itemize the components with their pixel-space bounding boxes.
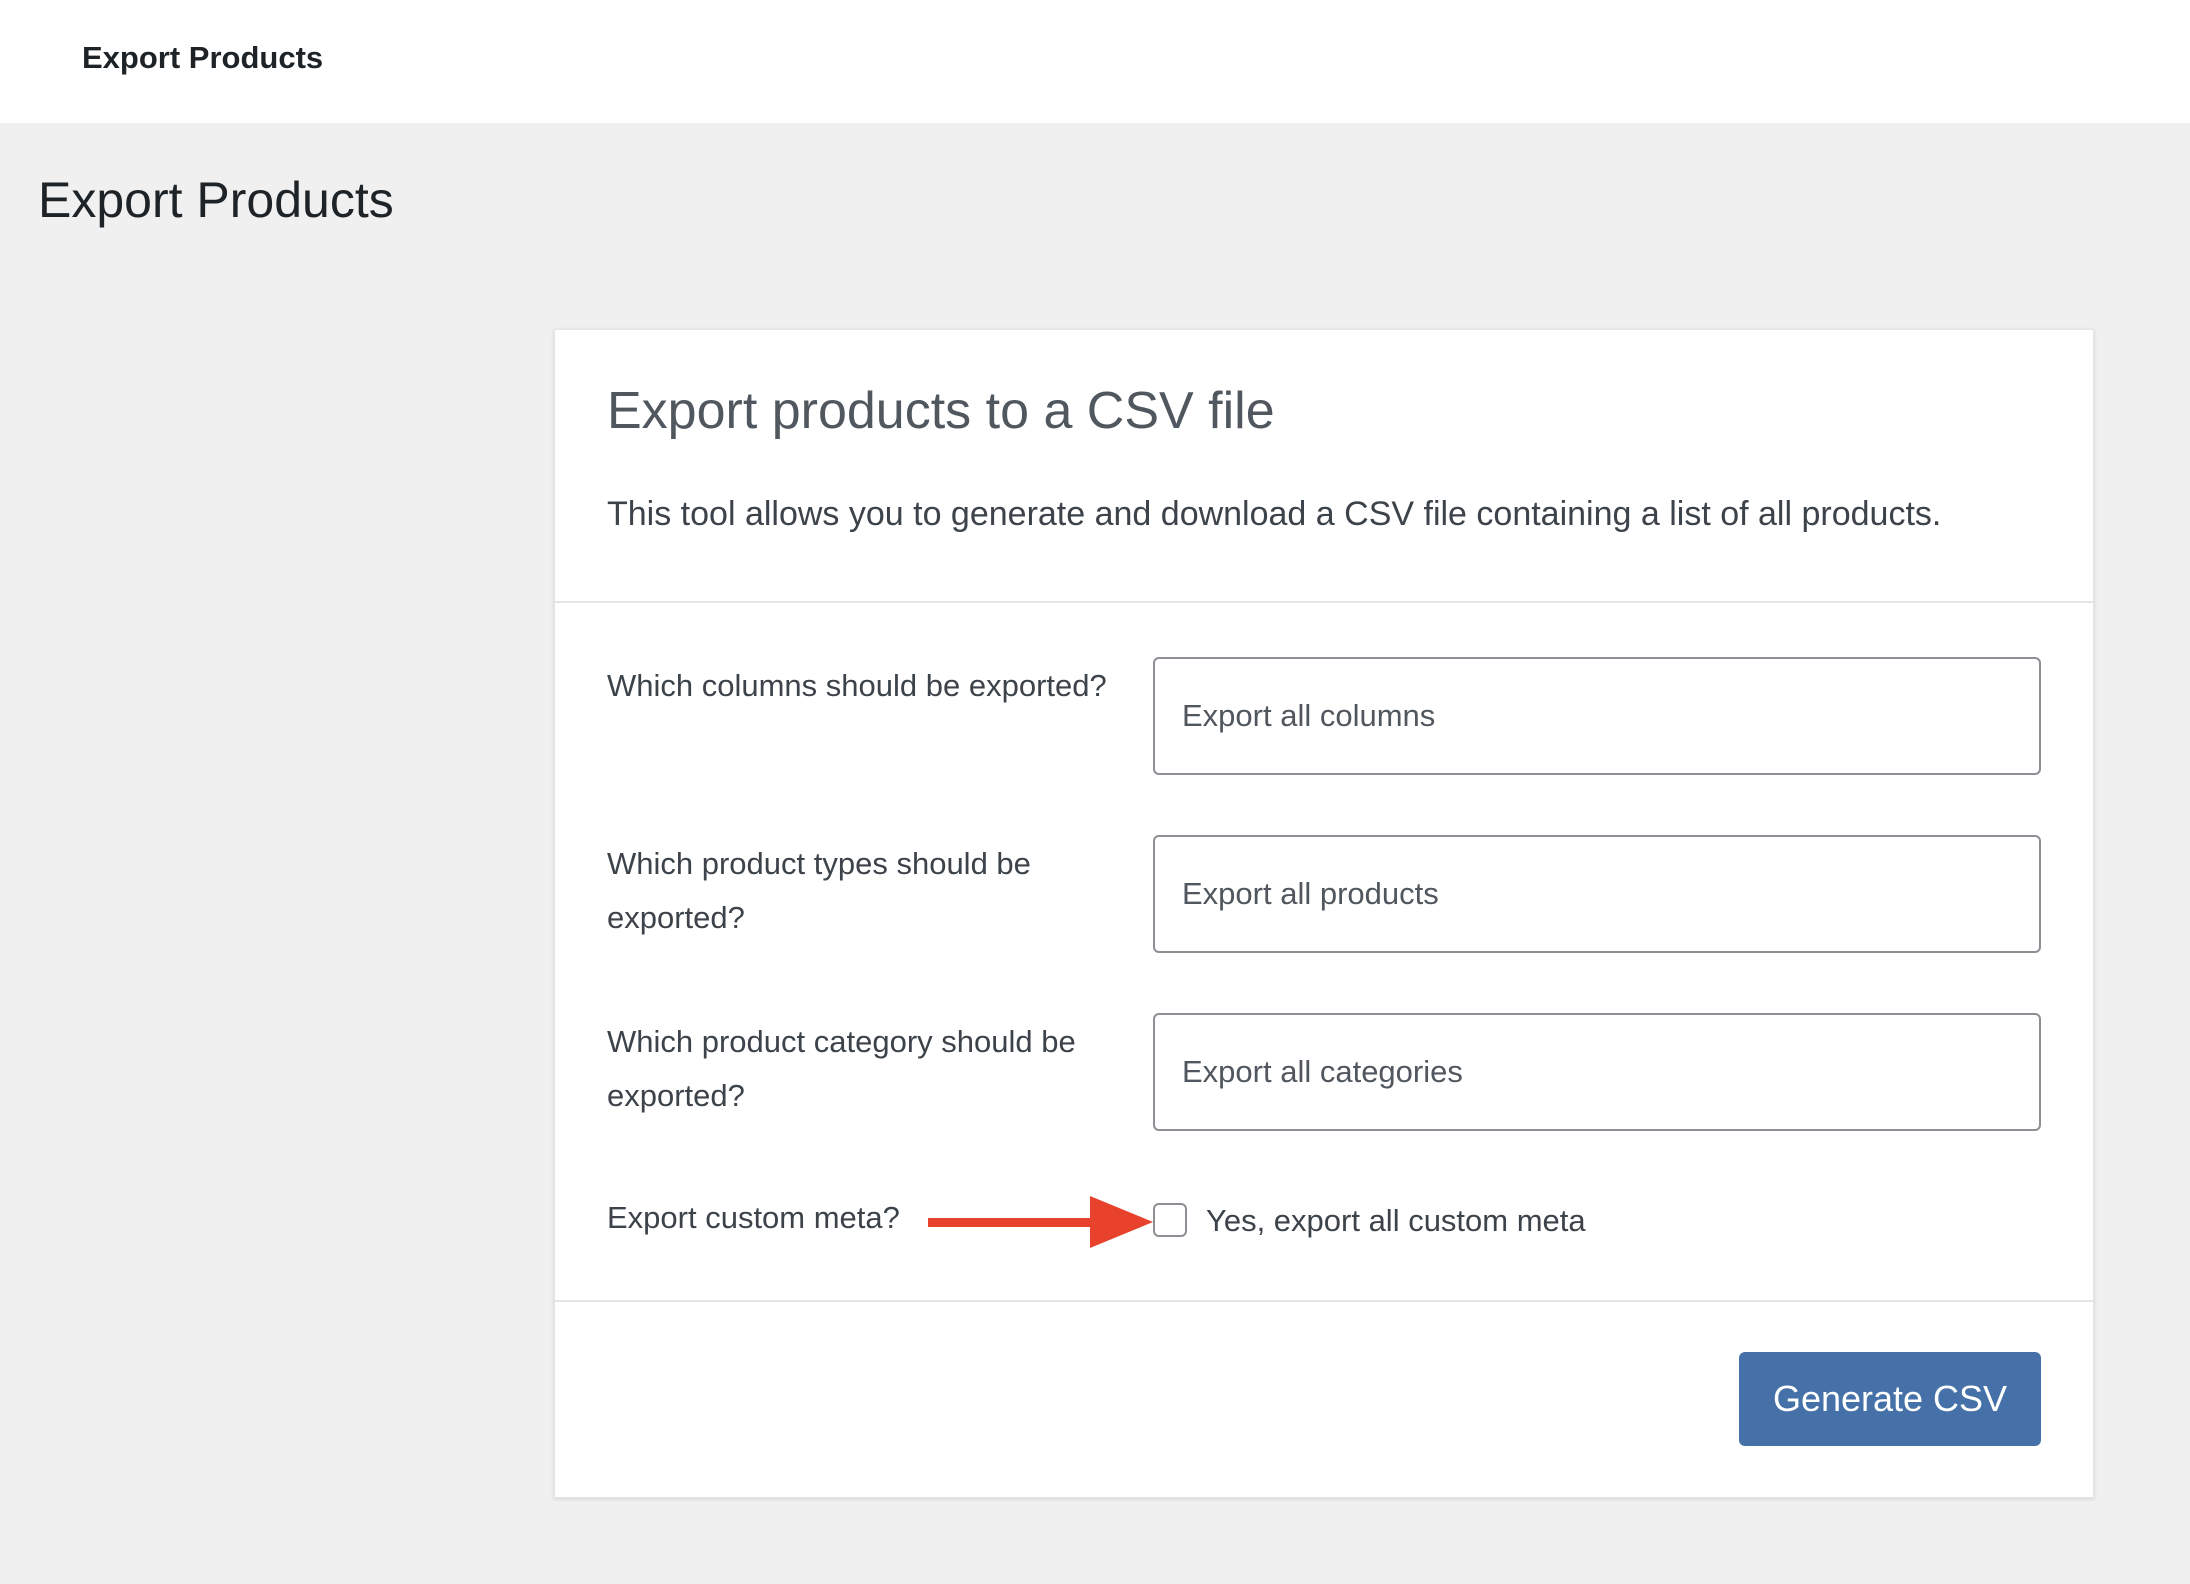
card-header: Export products to a CSV file This tool … xyxy=(555,330,2093,603)
columns-select[interactable]: Export all columns xyxy=(1153,657,2041,775)
arrow-head xyxy=(1090,1196,1153,1248)
columns-select-placeholder: Export all columns xyxy=(1182,698,1436,733)
custom-meta-checkbox-label[interactable]: Yes, export all custom meta xyxy=(1206,1194,1586,1248)
card-title: Export products to a CSV file xyxy=(607,382,1275,440)
product-types-label: Which product types should be exported? xyxy=(607,846,1031,935)
generate-csv-button[interactable]: Generate CSV xyxy=(1739,1352,2041,1446)
product-types-select[interactable]: Export all products xyxy=(1153,835,2041,953)
category-label: Which product category should be exporte… xyxy=(607,1024,1076,1113)
custom-meta-label: Export custom meta? xyxy=(607,1200,900,1235)
columns-label: Which columns should be exported? xyxy=(607,668,1107,703)
custom-meta-checkbox[interactable] xyxy=(1153,1203,1187,1237)
card-description: This tool allows you to generate and dow… xyxy=(607,495,1942,533)
category-select-placeholder: Export all categories xyxy=(1182,1054,1463,1089)
top-bar: Export Products xyxy=(0,0,2190,123)
arrow-right-icon xyxy=(928,1196,1153,1248)
arrow-shaft xyxy=(928,1218,1098,1227)
product-types-select-placeholder: Export all products xyxy=(1182,876,1439,911)
export-card: Export products to a CSV file This tool … xyxy=(554,329,2094,1498)
top-bar-title: Export Products xyxy=(82,40,324,75)
card-footer: Generate CSV xyxy=(555,1300,2093,1499)
page-title: Export Products xyxy=(38,172,394,228)
category-select[interactable]: Export all categories xyxy=(1153,1013,2041,1131)
